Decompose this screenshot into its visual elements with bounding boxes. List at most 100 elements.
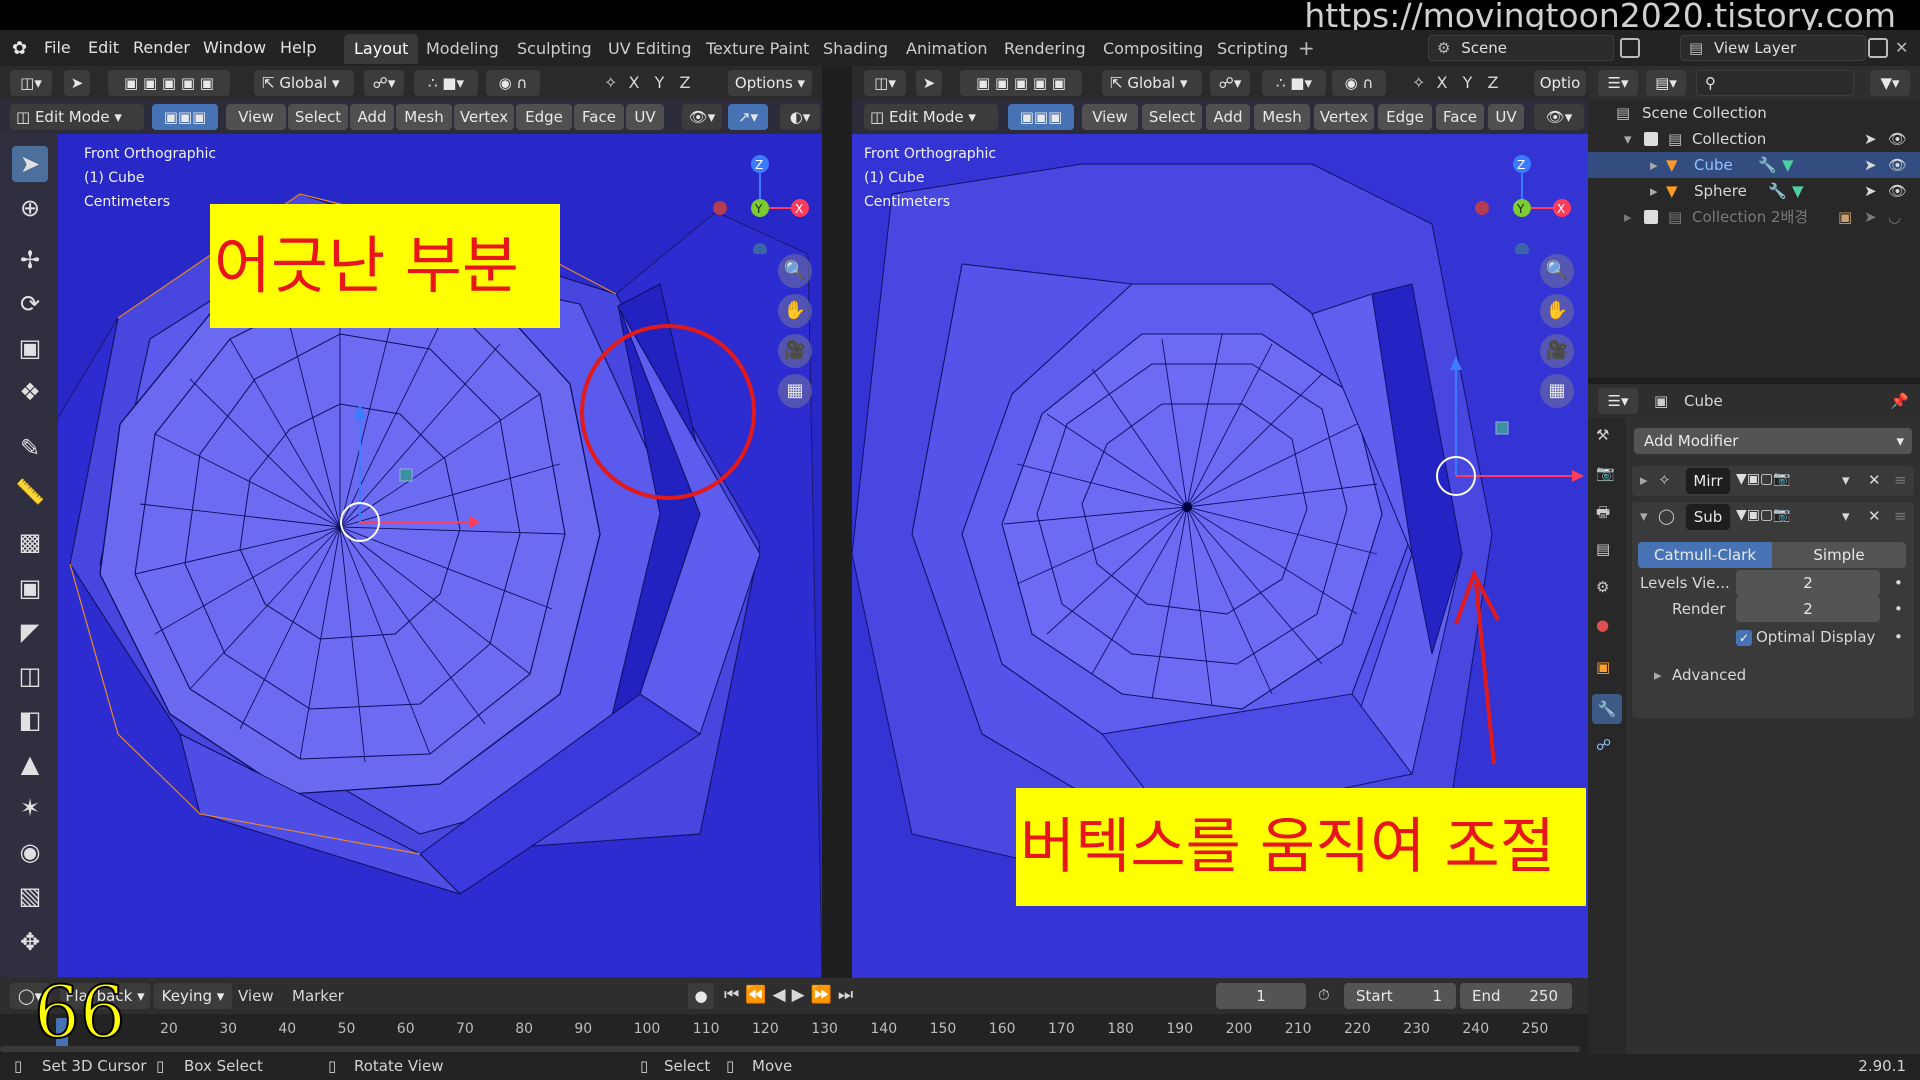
menu-mesh-left[interactable]: Mesh: [396, 104, 452, 130]
mode-dropdown[interactable]: ◫ Edit Mode ▾: [10, 104, 144, 130]
tab-modeling[interactable]: Modeling: [416, 34, 509, 64]
camera-view-icon-right[interactable]: 🎥: [1540, 334, 1574, 368]
expand-icon[interactable]: ▸: [1640, 471, 1648, 489]
remove-modifier-icon[interactable]: ✕: [1868, 471, 1881, 489]
select-mode-buttons-right[interactable]: ▣ ▣ ▣ ▣ ▣: [960, 70, 1082, 96]
loop-cut-tool-icon[interactable]: ◫: [12, 658, 48, 694]
select-arrow-icon[interactable]: ➤: [1864, 204, 1877, 230]
expand-icon[interactable]: ▸: [1650, 178, 1658, 204]
select-arrow-icon[interactable]: ➤: [1864, 126, 1877, 152]
select-mode-vertex-edge-face-right[interactable]: ▣▣▣: [1008, 104, 1074, 130]
visibility-dropdown-icon-right[interactable]: 👁▾: [1534, 104, 1584, 130]
outliner-search-input[interactable]: ⚲: [1696, 70, 1854, 96]
gizmo-toggle-icon[interactable]: ↗▾: [728, 104, 768, 130]
pin-icon[interactable]: 📌: [1890, 392, 1909, 410]
select-box-tool-icon[interactable]: ➤: [12, 146, 48, 182]
simple-button[interactable]: Simple: [1772, 542, 1906, 568]
options-dropdown-right[interactable]: Optio: [1534, 70, 1586, 96]
select-tool-icon-right[interactable]: ➤: [916, 70, 942, 96]
expand-icon[interactable]: ▸: [1650, 152, 1658, 178]
menu-face-left[interactable]: Face: [574, 104, 624, 130]
advanced-subpanel-label[interactable]: Advanced: [1672, 666, 1746, 684]
new-scene-icon[interactable]: [1620, 38, 1640, 58]
object-tab-icon[interactable]: ▣: [1596, 658, 1610, 676]
play-reverse-icon[interactable]: ◀: [772, 985, 791, 1005]
new-view-layer-icon[interactable]: [1868, 38, 1888, 58]
add-modifier-dropdown[interactable]: Add Modifier ▾: [1634, 428, 1912, 454]
output-tab-icon[interactable]: 🖶: [1596, 502, 1610, 527]
pivot-point-icon[interactable]: ☍▾: [364, 70, 404, 96]
smooth-tool-icon[interactable]: ◉: [12, 834, 48, 870]
select-tool-icon[interactable]: ➤: [64, 70, 90, 96]
options-dropdown[interactable]: Options ▾: [728, 70, 812, 96]
playback-controls[interactable]: ⏮⏪◀▶⏩⏭: [724, 985, 859, 1005]
tab-scripting[interactable]: Scripting: [1207, 34, 1298, 64]
menu-mesh-right[interactable]: Mesh: [1254, 104, 1310, 130]
menu-view-right[interactable]: View: [1082, 104, 1138, 130]
spin-tool-icon[interactable]: ✶: [12, 790, 48, 826]
shear-tool-icon[interactable]: ▧: [12, 878, 48, 914]
menu-view-left[interactable]: View: [226, 104, 286, 130]
timeline-ruler[interactable]: 20 30 40 50 60 70 80 90 100 110 120 130 140 150 160 170…: [0, 1014, 1588, 1054]
jump-start-icon[interactable]: ⏮: [724, 985, 745, 1005]
modifier-menu-icon[interactable]: ▾: [1842, 507, 1850, 525]
menu-vertex-right[interactable]: Vertex: [1314, 104, 1374, 130]
eye-icon[interactable]: 👁: [1888, 126, 1907, 152]
render-tab-icon[interactable]: 📷: [1596, 464, 1615, 482]
clock-icon[interactable]: ⏱: [1318, 986, 1330, 1004]
extrude-tool-icon[interactable]: ▩: [12, 524, 48, 560]
snap-toggle-icon-right[interactable]: ∴ ■▾: [1262, 70, 1326, 96]
visibility-dropdown-icon[interactable]: 👁▾: [682, 104, 722, 130]
move-tool-icon[interactable]: ✢: [12, 242, 48, 278]
menu-edge-left[interactable]: Edge: [516, 104, 572, 130]
drag-handle-icon[interactable]: ≡: [1894, 471, 1907, 489]
timeline-marker-menu[interactable]: Marker: [292, 987, 344, 1005]
scale-tool-icon[interactable]: ▣: [12, 330, 48, 366]
tab-layout[interactable]: Layout: [344, 34, 419, 64]
axis-z[interactable]: Z: [679, 73, 690, 92]
pan-hand-icon-right[interactable]: ✋: [1540, 294, 1574, 328]
zoom-icon-right[interactable]: 🔍: [1540, 254, 1574, 288]
tab-uv-editing[interactable]: UV Editing: [598, 34, 701, 64]
modifier-tab-icon[interactable]: 🔧: [1592, 694, 1622, 724]
optimal-display-checkbox[interactable]: ✓: [1736, 630, 1752, 646]
timeline-scrollbar[interactable]: [0, 1046, 1580, 1052]
mirror-axis-toggles[interactable]: ✧ X Y Z: [604, 73, 690, 92]
mirror-axis-toggles-right[interactable]: ✧ X Y Z: [1412, 73, 1498, 92]
menu-edge-right[interactable]: Edge: [1378, 104, 1432, 130]
select-arrow-icon[interactable]: ➤: [1864, 152, 1877, 178]
properties-editor-type-icon[interactable]: ☰▾: [1598, 388, 1638, 414]
axis-z-right[interactable]: Z: [1487, 73, 1498, 92]
modifier-menu-icon[interactable]: ▾: [1842, 471, 1850, 489]
scene-selector[interactable]: ⚙ Scene: [1428, 35, 1614, 61]
jump-end-icon[interactable]: ⏭: [838, 985, 859, 1005]
keyframe-dot-icon[interactable]: •: [1894, 628, 1903, 646]
catmull-clark-button[interactable]: Catmull-Clark: [1638, 542, 1772, 568]
pivot-point-icon-right[interactable]: ☍▾: [1210, 70, 1250, 96]
annotate-tool-icon[interactable]: ✎: [12, 430, 48, 466]
axis-x[interactable]: X: [629, 73, 640, 92]
modifier-wrench-icon[interactable]: 🔧: [1758, 152, 1777, 178]
menu-vertex-left[interactable]: Vertex: [454, 104, 514, 130]
expand-icon[interactable]: ▸: [1624, 204, 1632, 230]
editor-type-icon-right[interactable]: ◫▾: [864, 70, 906, 96]
tab-compositing[interactable]: Compositing: [1093, 34, 1213, 64]
menu-face-right[interactable]: Face: [1436, 104, 1484, 130]
axis-y-right[interactable]: Y: [1463, 73, 1473, 92]
view-layer-tab-icon[interactable]: ▤: [1596, 540, 1610, 558]
current-frame-field[interactable]: 1: [1216, 983, 1306, 1009]
mode-dropdown-right[interactable]: ◫ Edit Mode ▾: [864, 104, 998, 130]
play-icon[interactable]: ▶: [792, 985, 811, 1005]
expand-icon[interactable]: ▾: [1624, 126, 1632, 152]
select-mode-vertex-edge-face[interactable]: ▣▣▣: [152, 104, 218, 130]
proportional-edit-icon[interactable]: ◉ ∩: [486, 70, 540, 96]
overlay-toggle-icon[interactable]: ◐▾: [780, 104, 820, 130]
rotate-tool-icon[interactable]: ⟳: [12, 286, 48, 322]
add-workspace-icon[interactable]: +: [1298, 36, 1315, 60]
particles-tab-icon[interactable]: ☍: [1596, 736, 1611, 754]
transform-orientation-dropdown[interactable]: ⇱ Global ▾: [254, 70, 354, 96]
right-3d-viewport[interactable]: Front Orthographic (1) Cube Centimeters …: [852, 134, 1588, 978]
next-keyframe-icon[interactable]: ⏩: [811, 985, 838, 1005]
expand-icon[interactable]: ▸: [1654, 666, 1662, 684]
keyframe-dot-icon[interactable]: •: [1894, 574, 1903, 592]
